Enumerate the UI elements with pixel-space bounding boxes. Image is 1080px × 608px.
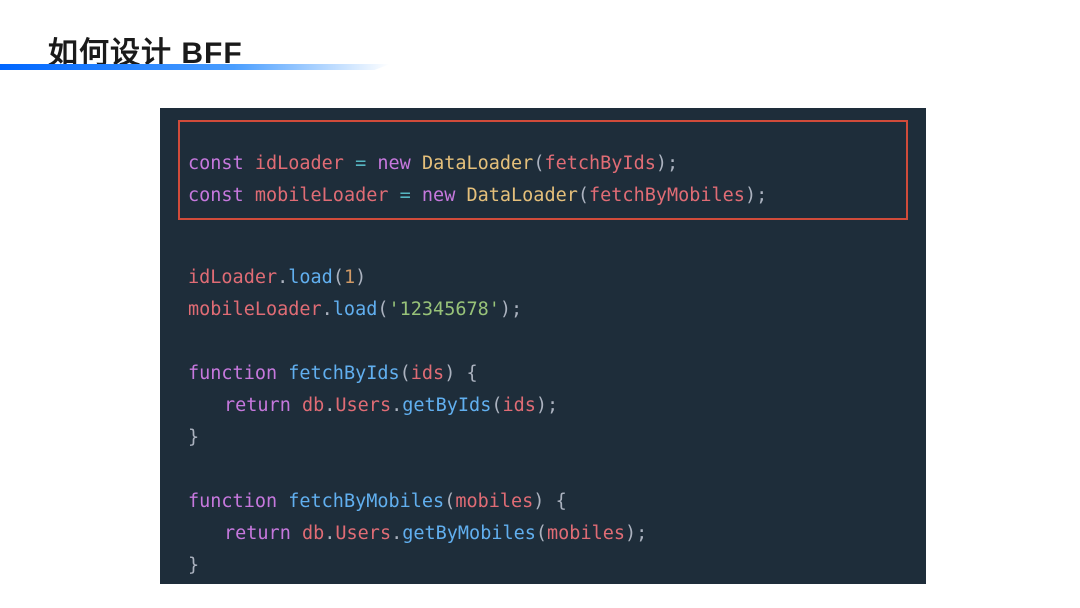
blank-line	[188, 326, 898, 358]
code-line-2: const mobileLoader = new DataLoader(fetc…	[188, 180, 898, 212]
code-line-8: function fetchByMobiles(mobiles) {	[188, 486, 898, 518]
code-line-6: return db.Users.getByIds(ids);	[188, 390, 898, 422]
title-underline-accent	[0, 64, 390, 70]
code-line-1: const idLoader = new DataLoader(fetchByI…	[188, 148, 898, 180]
code-line-3: idLoader.load(1)	[188, 262, 898, 294]
code-line-9: return db.Users.getByMobiles(mobiles);	[188, 518, 898, 550]
code-line-4: mobileLoader.load('12345678');	[188, 294, 898, 326]
blank-line	[188, 454, 898, 486]
code-line-10: }	[188, 550, 898, 582]
code-highlight-box: const idLoader = new DataLoader(fetchByI…	[178, 120, 908, 220]
slide-header: 如何设计 BFF	[0, 0, 1080, 72]
code-line-5: function fetchByIds(ids) {	[188, 358, 898, 390]
code-block: const idLoader = new DataLoader(fetchByI…	[160, 108, 926, 584]
code-line-7: }	[188, 422, 898, 454]
blank-line	[188, 230, 898, 262]
